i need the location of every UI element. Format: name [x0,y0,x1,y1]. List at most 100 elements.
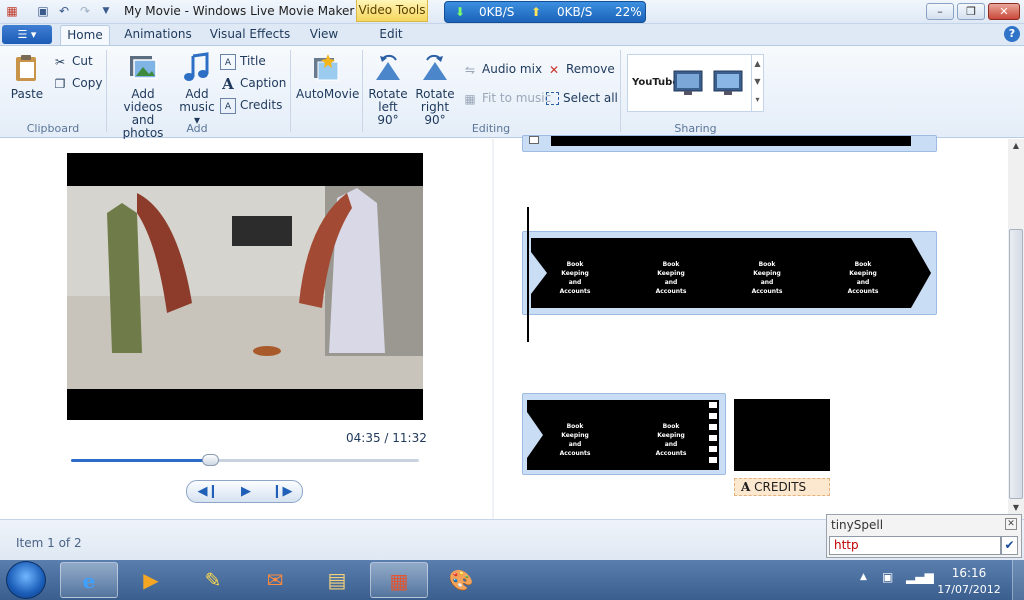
taskbar-paint-icon[interactable]: 🎨 [432,562,490,598]
tinyspell-check-icon[interactable]: ✔ [1001,536,1018,555]
storyboard-scrollbar[interactable]: ▲ ▼ [1008,139,1024,519]
help-icon[interactable]: ? [1004,26,1020,42]
start-button[interactable] [6,561,46,599]
automovie-button[interactable]: AutoMovie [296,52,359,101]
previous-frame-icon[interactable]: ◀❙ [193,483,223,501]
frame-text: Book Keeping and Accounts [559,423,591,457]
ribbon-separator [290,50,291,132]
paste-icon [16,55,36,81]
seek-thumb[interactable] [202,454,220,466]
taskbar-movie-maker-icon[interactable]: ▦ [370,562,428,598]
fit-to-music-button[interactable]: ▦ Fit to music [462,89,551,107]
video-preview[interactable] [67,153,423,420]
clock-time[interactable]: 16:16 [938,566,1000,580]
paste-button[interactable]: Paste [8,52,46,101]
tab-visual-effects[interactable]: Visual Effects [206,25,294,45]
copy-icon: ❐ [54,76,66,91]
title-button[interactable]: A Title [220,52,266,70]
clock-date[interactable]: 17/07/2012 [936,583,1002,596]
download-speed: 0KB/S [479,5,515,19]
add-music-button[interactable]: Add music ▾ [178,52,216,127]
rotate-left-icon [376,54,400,80]
ribbon-tab-row: ☰ ▾ Home Animations Visual Effects View … [0,24,1024,45]
undo-icon[interactable]: ↶ [56,3,72,19]
youtube-share-button[interactable]: YouTube [632,74,679,92]
status-text: Item 1 of 2 [16,536,82,550]
scissors-icon: ✂ [54,54,66,69]
playhead[interactable] [527,207,529,342]
copy-button[interactable]: ❐ Copy [52,74,103,92]
credits-button[interactable]: A Credits [220,96,282,114]
playback-time: 04:35 / 11:32 [346,431,427,445]
sharing-group-label: Sharing [674,122,717,135]
preview-pane: 04:35 / 11:32 ◀❙ ▶ ❙▶ [0,139,492,519]
next-frame-icon[interactable]: ❙▶ [267,483,297,501]
customize-toolbar-icon[interactable]: ▼ [98,3,114,19]
cut-button[interactable]: ✂ Cut [52,52,93,70]
seek-bar[interactable] [71,454,419,466]
caption-icon: A [222,74,234,93]
film-sprocket [709,402,717,468]
redo-icon[interactable]: ↷ [77,3,93,19]
credits-caption-tag[interactable]: A CREDITS [734,478,830,496]
play-icon[interactable]: ▶ [231,483,261,501]
minimize-button[interactable]: – [926,3,954,20]
frame-text: Book Keeping and Accounts [847,261,879,295]
tinyspell-input[interactable]: http [829,536,1001,555]
tab-home[interactable]: Home [60,25,110,45]
tab-view[interactable]: View [304,25,344,45]
rotate-left-button[interactable]: Rotate left 90° [368,52,408,127]
frame-text: Book Keeping and Accounts [751,261,783,295]
scroll-down-icon[interactable]: ▼ [1008,501,1024,515]
tab-animations[interactable]: Animations [120,25,196,45]
tray-device-icon[interactable]: ▣ [882,570,893,584]
taskbar-media-player-icon[interactable]: ▶ [122,562,180,598]
close-button[interactable]: ✕ [988,3,1020,20]
application-menu-button[interactable]: ☰ ▾ [2,25,52,44]
system-tray: ▲ ▣ ▂▄▆ [854,564,934,596]
show-desktop-button[interactable] [1012,560,1024,600]
tab-edit[interactable]: Edit [366,25,416,45]
gallery-scroll-buttons[interactable]: ▲ ▼ ▾ [751,55,763,111]
usage-percent: 22% [615,5,642,19]
audio-mix-button[interactable]: ⇋ Audio mix [462,60,542,78]
monitor-hd-icon[interactable] [712,69,744,97]
tinyspell-title: tinySpell [831,518,884,532]
tinyspell-window: tinySpell ✕ http ✔ [826,514,1022,558]
frame-text: Book Keeping and Accounts [655,261,687,295]
select-all-button[interactable]: Select all [546,89,618,107]
maximize-button[interactable]: ❐ [957,3,985,20]
save-icon[interactable]: ▣ [35,3,51,19]
clip-partial[interactable] [522,135,937,152]
caption-icon: A [741,480,751,494]
download-arrow-icon: ⬇ [455,5,466,19]
clipboard-group-label: Clipboard [26,122,80,135]
network-signal-icon[interactable]: ▂▄▆ [906,570,934,584]
taskbar-mail-icon[interactable]: ✉ [246,562,304,598]
sharing-gallery: YouTube ▲ ▼ ▾ [627,54,764,112]
editing-group-label: Editing [471,122,511,135]
rotate-right-button[interactable]: Rotate right 90° [412,52,458,127]
tray-expand-icon[interactable]: ▲ [860,572,867,582]
monitor-icon[interactable] [672,69,704,97]
scrollbar-thumb[interactable] [1009,229,1023,499]
title-clip[interactable]: Book Keeping and Accounts Book Keeping and Acc… [522,231,937,315]
title-clip-selected[interactable]: Book Keeping and Accounts Book Keeping and Acc… [522,393,726,475]
taskbar-explorer-icon[interactable]: ▤ [308,562,366,598]
network-meter: ⬇ 0KB/S ⬆ 0KB/S 22% [444,1,646,23]
taskbar-tools-icon[interactable]: ✎ [184,562,242,598]
remove-button[interactable]: ✕ Remove [546,60,615,78]
tinyspell-close-icon[interactable]: ✕ [1005,518,1017,530]
scroll-up-icon[interactable]: ▲ [1008,139,1024,153]
fit-to-music-icon: ▦ [464,91,476,106]
music-note-icon [184,52,209,81]
upload-arrow-icon: ⬆ [531,5,542,19]
movie-maker-app-icon[interactable]: ▦ [4,3,20,19]
clip-marker [529,136,539,144]
audio-mix-icon: ⇋ [464,62,476,77]
credits-clip[interactable] [734,399,830,471]
window-title: My Movie - Windows Live Movie Maker [124,4,355,18]
caption-button[interactable]: A Caption [220,74,286,92]
taskbar: e ▶ ✎ ✉ ▤ ▦ 🎨 ▲ ▣ ▂▄▆ 16:16 17/07/2012 [0,560,1024,600]
taskbar-ie-icon[interactable]: e [60,562,118,598]
